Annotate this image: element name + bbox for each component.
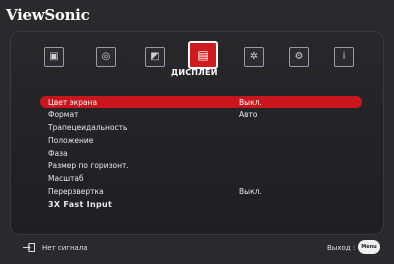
- menu-item-zoom[interactable]: Масштаб: [40, 173, 370, 185]
- menu-item-value: Авто: [239, 110, 258, 120]
- menu-item-overscan[interactable]: Перерзвертка Выкл.: [40, 186, 370, 198]
- display-icon[interactable]: ▤: [188, 41, 218, 69]
- options-icon[interactable]: ⚙: [289, 47, 309, 67]
- info-icon[interactable]: i: [334, 47, 354, 67]
- image-icon[interactable]: ▣: [44, 47, 64, 67]
- menu-item-label: Трапецеидальность: [48, 123, 128, 133]
- menu-list: Цвет экрана Выкл. Формат Авто Трапецеида…: [40, 96, 370, 211]
- menu-item-label: Масштаб: [48, 174, 84, 184]
- menu-item-h-size[interactable]: Размер по горизонт.: [40, 160, 370, 172]
- menu-item-keystone[interactable]: Трапецеидальность: [40, 122, 370, 134]
- menu-item-label: Перерзвертка: [48, 187, 104, 197]
- menu-item-value: Выкл.: [239, 97, 262, 107]
- menu-item-label: Цвет экрана: [48, 97, 98, 107]
- menu-item-label: Размер по горизонт.: [48, 161, 129, 171]
- input-source-icon: [23, 243, 35, 252]
- menu-item-position[interactable]: Положение: [40, 134, 370, 146]
- menu-item-fast-input[interactable]: 3X Fast Input: [40, 198, 370, 210]
- active-tab-label: ДИСПЛЕЙ: [171, 68, 218, 77]
- footer-bar: Нет сигнала Выход : Menu: [0, 240, 394, 260]
- menu-item-label: Положение: [48, 135, 94, 145]
- menu-item-label: Фаза: [48, 148, 68, 158]
- menu-item-format[interactable]: Формат Авто: [40, 109, 370, 121]
- menu-item-value: Выкл.: [239, 187, 262, 197]
- menu-item-phase[interactable]: Фаза: [40, 147, 370, 159]
- brand-logo: ViewSonic: [6, 6, 90, 24]
- exit-label: Выход :: [327, 244, 356, 252]
- picture-settings-icon[interactable]: ◩: [145, 47, 165, 67]
- menu-item-label: 3X Fast Input: [48, 199, 113, 209]
- color-icon[interactable]: ◎: [96, 47, 116, 67]
- settings-icon[interactable]: ✲: [244, 47, 264, 67]
- menu-item-label: Формат: [48, 110, 79, 120]
- menu-item-screen-color[interactable]: Цвет экрана Выкл.: [40, 96, 362, 108]
- menu-button[interactable]: Menu: [358, 240, 380, 254]
- signal-status: Нет сигнала: [42, 244, 88, 252]
